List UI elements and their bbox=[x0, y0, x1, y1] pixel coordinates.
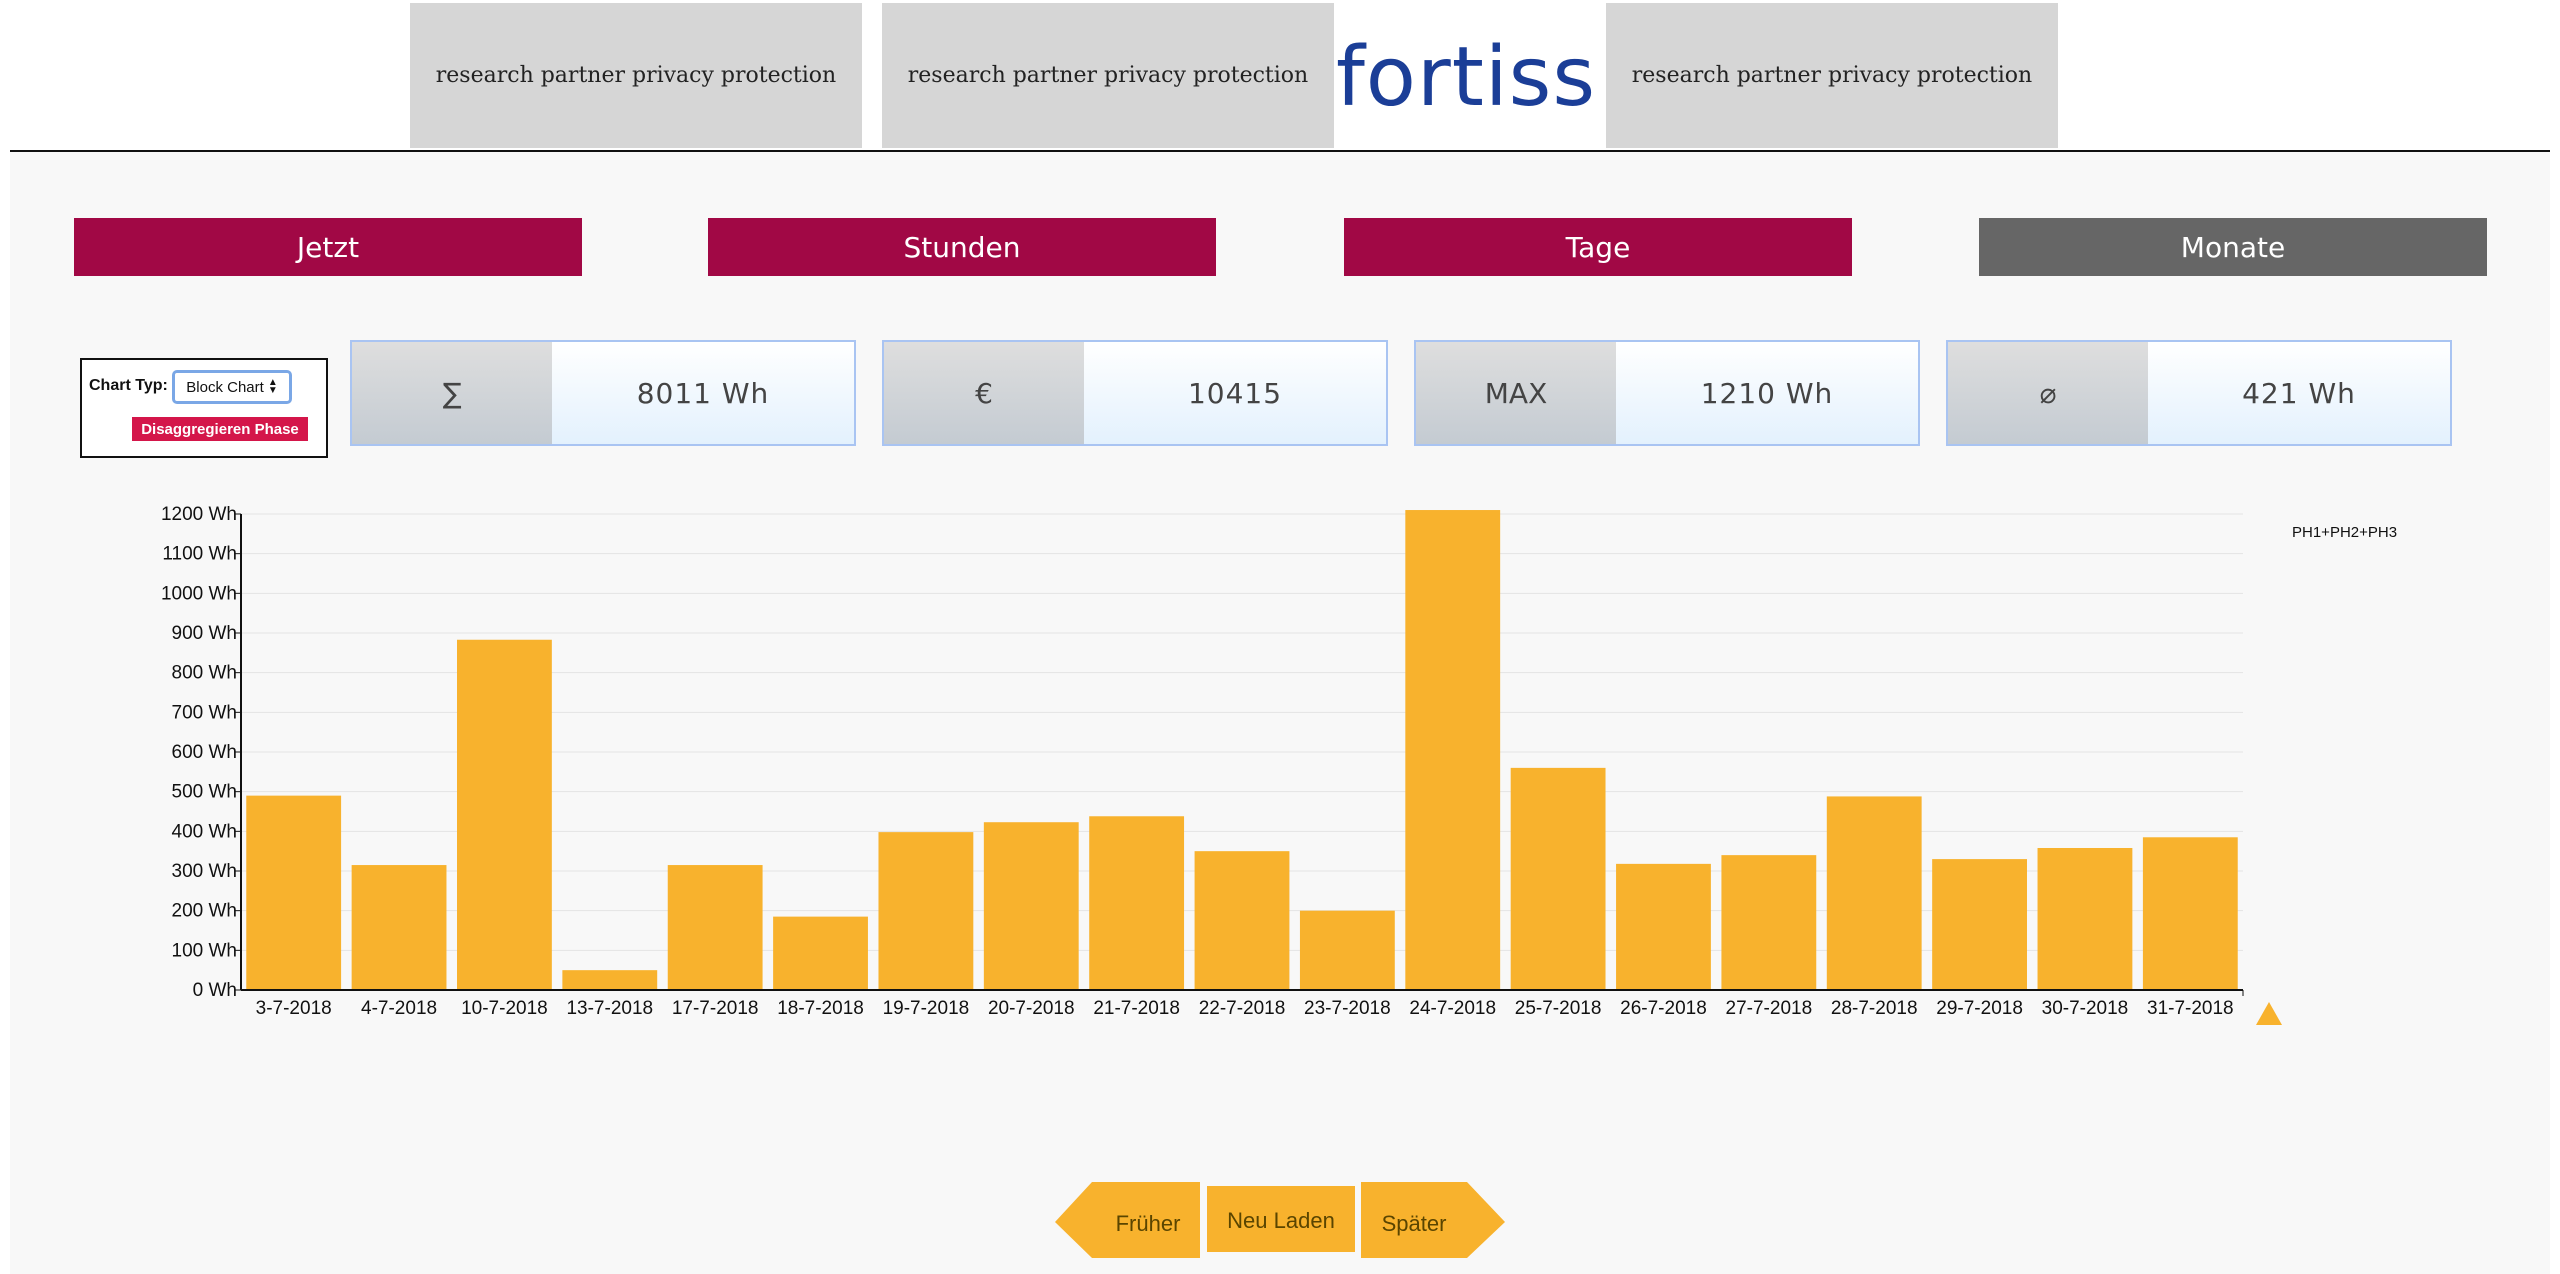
x-tick-label: 10-7-2018 bbox=[461, 998, 548, 1019]
partner-box-3-label: research partner privacy protection bbox=[1631, 63, 2033, 88]
bar bbox=[1089, 816, 1185, 990]
y-tick-label: 1100 Wh bbox=[162, 544, 237, 565]
x-tick-label: 26-7-2018 bbox=[1620, 998, 1707, 1019]
partner-box-2-label: research partner privacy protection bbox=[907, 63, 1309, 88]
partner-box-3: research partner privacy protection bbox=[1606, 3, 2058, 148]
bar bbox=[878, 832, 974, 990]
x-tick-label: 13-7-2018 bbox=[566, 998, 653, 1019]
chart-type-select[interactable]: Block Chart ▲ ▼ bbox=[172, 370, 292, 404]
bar bbox=[351, 865, 447, 990]
x-tick-label: 21-7-2018 bbox=[1093, 998, 1180, 1019]
later-label: Später bbox=[1382, 1211, 1447, 1236]
y-tick-label: 500 Wh bbox=[172, 782, 237, 803]
chart-type-select-value: Block Chart bbox=[186, 378, 264, 396]
y-tick-label: 700 Wh bbox=[172, 702, 237, 723]
earlier-button[interactable]: Früher bbox=[1055, 1182, 1200, 1258]
bar-chart: 0 Wh 100 Wh 200 Wh 300 Wh 400 Wh 500 Wh 600 Wh… bbox=[161, 504, 2282, 1025]
y-tick-label: 100 Wh bbox=[172, 940, 237, 961]
stat-cost: € 10415 bbox=[882, 340, 1388, 446]
partner-box-2: research partner privacy protection bbox=[882, 3, 1334, 148]
stat-max-value: 1210 Wh bbox=[1616, 342, 1918, 444]
disaggregate-phase-button[interactable]: Disaggregieren Phase bbox=[132, 417, 308, 441]
x-tick-label: 22-7-2018 bbox=[1199, 998, 1286, 1019]
x-tick-label: 20-7-2018 bbox=[988, 998, 1075, 1019]
y-tick-label: 400 Wh bbox=[172, 821, 237, 842]
later-button[interactable]: Später bbox=[1361, 1182, 1505, 1258]
x-tick-label: 3-7-2018 bbox=[256, 998, 332, 1019]
x-tick-label: 29-7-2018 bbox=[1936, 998, 2023, 1019]
earlier-label: Früher bbox=[1116, 1211, 1181, 1236]
partner-box-1: research partner privacy protection bbox=[410, 3, 862, 148]
navigation-controls: Früher Neu Laden Später bbox=[1055, 1182, 1505, 1258]
y-tick-label: 200 Wh bbox=[172, 901, 237, 922]
stat-average-value: 421 Wh bbox=[2148, 342, 2450, 444]
y-tick-label: 0 Wh bbox=[193, 980, 237, 1001]
legend-triangle-icon bbox=[2256, 1002, 2282, 1025]
stat-max: MAX 1210 Wh bbox=[1414, 340, 1920, 446]
reload-label: Neu Laden bbox=[1227, 1208, 1335, 1233]
bar bbox=[983, 822, 1079, 990]
stat-sum: ∑ 8011 Wh bbox=[350, 340, 856, 446]
average-icon: ⌀ bbox=[1948, 342, 2148, 444]
bar bbox=[773, 916, 868, 990]
x-tick-label: 30-7-2018 bbox=[2042, 998, 2129, 1019]
x-tick-label: 25-7-2018 bbox=[1515, 998, 1602, 1019]
x-tick-label: 24-7-2018 bbox=[1409, 998, 1496, 1019]
y-tick-label: 800 Wh bbox=[172, 663, 237, 684]
y-tick-label: 900 Wh bbox=[172, 623, 237, 644]
bar bbox=[1616, 863, 1711, 990]
x-tick-label: 31-7-2018 bbox=[2147, 998, 2234, 1019]
legend-series-label: PH1+PH2+PH3 bbox=[2292, 524, 2398, 541]
x-tick-label: 18-7-2018 bbox=[777, 998, 864, 1019]
x-tick-label: 4-7-2018 bbox=[361, 998, 437, 1019]
y-tick-label: 600 Wh bbox=[172, 742, 237, 763]
bar bbox=[1405, 510, 1501, 990]
y-tick-label: 300 Wh bbox=[172, 861, 237, 882]
bar bbox=[1826, 796, 1922, 990]
bar bbox=[1510, 767, 1606, 990]
x-tick-label: 19-7-2018 bbox=[883, 998, 970, 1019]
euro-icon: € bbox=[884, 342, 1084, 444]
bars bbox=[246, 510, 2238, 990]
chart-type-panel: Chart Typ: Block Chart ▲ ▼ Disaggregieren… bbox=[80, 358, 328, 458]
reload-button[interactable]: Neu Laden bbox=[1207, 1186, 1355, 1252]
tab-stunden[interactable]: Stunden bbox=[708, 218, 1216, 276]
bar bbox=[2037, 847, 2133, 990]
tab-tage-label: Tage bbox=[1565, 230, 1631, 264]
partner-box-1-label: research partner privacy protection bbox=[435, 63, 837, 88]
bar bbox=[1932, 859, 2027, 990]
stat-average: ⌀ 421 Wh bbox=[1946, 340, 2452, 446]
bar bbox=[457, 639, 552, 990]
logo-text: fortiss bbox=[1335, 29, 1597, 125]
x-tick-label: 28-7-2018 bbox=[1831, 998, 1918, 1019]
tab-tage[interactable]: Tage bbox=[1344, 218, 1852, 276]
bar bbox=[562, 970, 658, 990]
y-tick-label: 1200 Wh bbox=[161, 504, 237, 525]
tab-stunden-label: Stunden bbox=[903, 230, 1021, 264]
bar bbox=[2142, 837, 2238, 990]
bar bbox=[1721, 855, 1817, 990]
bar bbox=[1299, 910, 1395, 990]
stat-max-label: MAX bbox=[1416, 342, 1616, 444]
x-tick-label: 27-7-2018 bbox=[1726, 998, 1813, 1019]
select-arrows-icon: ▲ ▼ bbox=[267, 377, 278, 396]
stat-sum-value: 8011 Wh bbox=[552, 342, 854, 444]
bar bbox=[246, 795, 342, 990]
chart-type-label: Chart Typ: bbox=[89, 377, 168, 394]
legend bbox=[2256, 1002, 2282, 1025]
sum-icon: ∑ bbox=[352, 342, 552, 444]
tab-monate[interactable]: Monate bbox=[1979, 218, 2487, 276]
bar bbox=[1194, 851, 1290, 990]
x-tick-label: 17-7-2018 bbox=[672, 998, 759, 1019]
stat-cost-value: 10415 bbox=[1084, 342, 1386, 444]
tab-jetzt[interactable]: Jetzt bbox=[74, 218, 582, 276]
disaggregate-phase-label: Disaggregieren Phase bbox=[141, 420, 299, 438]
fortiss-logo: fortiss bbox=[1336, 18, 1595, 136]
y-tick-label: 1000 Wh bbox=[161, 583, 237, 604]
bar bbox=[667, 865, 763, 990]
x-tick-label: 23-7-2018 bbox=[1304, 998, 1391, 1019]
tab-jetzt-label: Jetzt bbox=[296, 230, 360, 264]
tab-monate-label: Monate bbox=[2180, 230, 2286, 264]
